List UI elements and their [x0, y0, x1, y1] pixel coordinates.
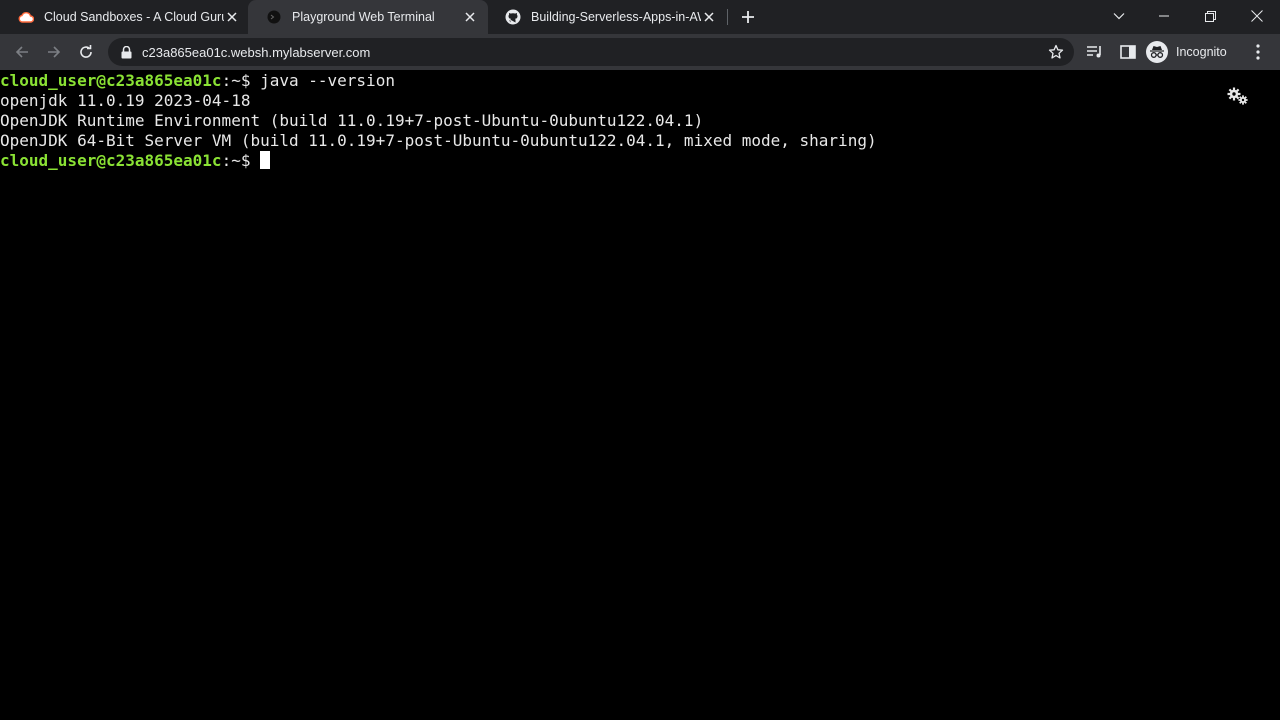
address-bar[interactable]: c23a865ea01c.websh.mylabserver.com — [108, 38, 1074, 66]
back-button[interactable] — [8, 38, 36, 66]
command-text: java --version — [260, 71, 395, 90]
incognito-icon — [1146, 41, 1168, 63]
restore-icon — [1204, 10, 1216, 22]
close-tab-icon[interactable] — [462, 9, 478, 25]
minimize-button[interactable] — [1141, 0, 1187, 32]
side-panel-icon — [1120, 45, 1136, 59]
browser-toolbar: c23a865ea01c.websh.mylabserver.com Incog… — [0, 34, 1280, 70]
terminal-line: OpenJDK Runtime Environment (build 11.0.… — [0, 111, 704, 130]
terminal-output: cloud_user@c23a865ea01c:~$ java --versio… — [0, 71, 877, 171]
tab-search-button[interactable] — [1096, 0, 1142, 32]
prompt-path: :~$ — [221, 71, 261, 90]
arrow-right-icon — [48, 46, 61, 58]
close-icon — [1251, 10, 1263, 22]
prompt-user-host: cloud_user@c23a865ea01c — [0, 151, 222, 170]
incognito-label: Incognito — [1176, 45, 1227, 59]
terminal-line: cloud_user@c23a865ea01c:~$ — [0, 151, 877, 171]
prompt-user-host: cloud_user@c23a865ea01c — [0, 71, 222, 90]
restore-button[interactable] — [1187, 0, 1233, 32]
tab-title: Building-Serverless-Apps-in-AWS — [531, 10, 701, 24]
cloud-guru-icon — [18, 9, 34, 25]
forward-button[interactable] — [40, 38, 68, 66]
terminal-icon — [266, 9, 282, 25]
gears-icon — [1227, 87, 1248, 105]
terminal-line: OpenJDK 64-Bit Server VM (build 11.0.19+… — [0, 131, 877, 150]
url-text[interactable]: c23a865ea01c.websh.mylabserver.com — [142, 45, 1046, 60]
incognito-profile-button[interactable]: Incognito — [1146, 39, 1227, 65]
tab-strip: Cloud Sandboxes - A Cloud Guru Playgroun… — [0, 0, 1280, 34]
terminal-line: openjdk 11.0.19 2023-04-18 — [0, 91, 251, 110]
arrow-left-icon — [15, 46, 28, 58]
tab-title: Playground Web Terminal — [292, 10, 435, 24]
tab-cloud-sandboxes[interactable]: Cloud Sandboxes - A Cloud Guru — [0, 0, 250, 34]
tab-title: Cloud Sandboxes - A Cloud Guru — [44, 10, 224, 24]
web-terminal[interactable]: cloud_user@c23a865ea01c:~$ java --versio… — [0, 70, 1280, 720]
close-tab-icon[interactable] — [701, 9, 717, 25]
close-window-button[interactable] — [1234, 0, 1280, 32]
new-tab-button[interactable] — [737, 6, 759, 28]
terminal-line: cloud_user@c23a865ea01c:~$ java --versio… — [0, 71, 877, 91]
bookmark-star-icon[interactable] — [1046, 42, 1066, 62]
reload-icon — [80, 45, 92, 58]
close-tab-icon[interactable] — [224, 9, 240, 25]
tab-playground-web-terminal[interactable]: Playground Web Terminal — [248, 0, 488, 34]
browser-menu-button[interactable] — [1246, 40, 1270, 64]
chevron-down-icon — [1113, 13, 1125, 20]
tab-separator — [727, 9, 728, 25]
prompt-path: :~$ — [221, 151, 261, 170]
terminal-cursor — [260, 151, 271, 169]
reload-button[interactable] — [72, 38, 100, 66]
plus-icon — [742, 11, 754, 23]
github-icon — [505, 9, 521, 25]
kebab-menu-icon — [1256, 44, 1260, 60]
reading-list-button[interactable] — [1083, 40, 1107, 64]
tab-building-serverless-apps[interactable]: Building-Serverless-Apps-in-AWS — [487, 0, 727, 34]
side-panel-button[interactable] — [1116, 40, 1140, 64]
terminal-settings-button[interactable] — [1226, 86, 1250, 106]
media-list-icon — [1087, 46, 1101, 58]
lock-icon[interactable] — [118, 44, 134, 60]
minimize-icon — [1159, 15, 1169, 17]
